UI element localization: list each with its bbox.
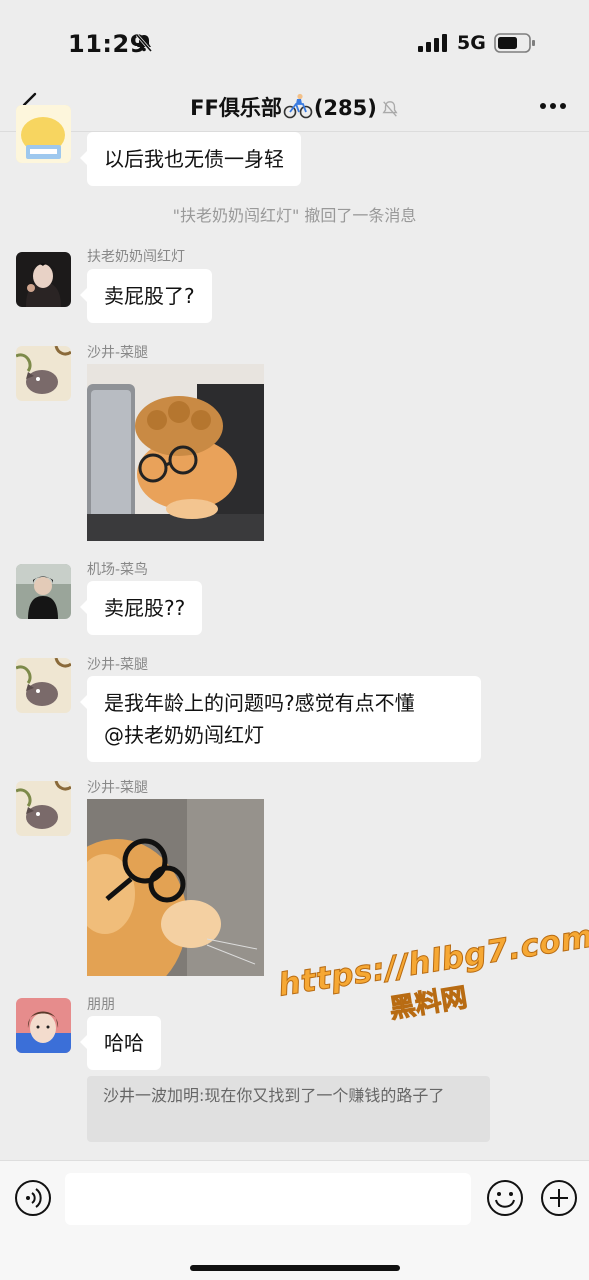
sender-name: 机场-菜鸟 xyxy=(87,562,149,578)
message-text: 哈哈 xyxy=(104,1031,144,1055)
message-text: 卖屁股了? xyxy=(104,284,195,308)
sender-name: 朋朋 xyxy=(87,997,115,1013)
mute-bell-icon xyxy=(382,101,398,117)
plus-icon[interactable] xyxy=(540,1179,578,1217)
sender-name: 扶老奶奶闯红灯 xyxy=(87,249,185,265)
quoted-text: 沙井一波加明:现在你又找到了一个赚钱的路子了 xyxy=(103,1086,445,1105)
message-bubble[interactable]: 是我年龄上的问题吗?感觉有点不懂 @扶老奶奶闯红灯 xyxy=(80,676,481,762)
chat-member-count: (285) xyxy=(313,96,377,120)
avatar[interactable] xyxy=(16,998,71,1053)
sender-name: 沙井-菜腿 xyxy=(87,657,149,673)
cyclist-emoji-icon xyxy=(283,93,313,119)
avatar[interactable] xyxy=(16,346,71,401)
home-indicator[interactable] xyxy=(190,1265,400,1271)
bell-off-icon xyxy=(135,34,153,52)
battery-icon xyxy=(494,33,535,53)
message-bubble[interactable]: 卖屁股了? xyxy=(80,269,212,323)
sender-name: 沙井-菜腿 xyxy=(87,780,149,796)
avatar[interactable] xyxy=(16,658,71,713)
signal-icon xyxy=(418,34,447,52)
voice-icon[interactable] xyxy=(14,1179,52,1217)
input-bar xyxy=(0,1160,589,1280)
avatar[interactable] xyxy=(16,564,71,619)
message-text: 卖屁股?? xyxy=(104,596,186,620)
emoji-icon[interactable] xyxy=(486,1179,524,1217)
watermark-url: https://hlbg7.com xyxy=(275,918,589,1004)
network-label: 5G xyxy=(457,32,486,54)
sticker-image[interactable] xyxy=(87,364,264,541)
message-bubble[interactable]: 卖屁股?? xyxy=(79,581,203,635)
watermark: https://hlbg7.com 黑料网 xyxy=(275,918,589,1042)
message-bubble[interactable]: 哈哈 xyxy=(80,1016,161,1070)
message-bubble[interactable]: 以后我也无债一身轻 xyxy=(80,132,301,186)
sticker-image[interactable] xyxy=(87,799,264,976)
recall-notice: "扶老奶奶闯红灯" 撤回了一条消息 xyxy=(172,206,417,225)
more-icon[interactable] xyxy=(539,102,567,110)
status-bar: 11:29 5G xyxy=(0,0,589,80)
avatar[interactable] xyxy=(16,781,71,836)
nav-bar: FF俱乐部 (285) xyxy=(0,80,589,132)
avatar[interactable] xyxy=(16,252,71,307)
quoted-message[interactable]: 沙井一波加明:现在你又找到了一个赚钱的路子了 xyxy=(87,1076,490,1142)
chat-title: FF俱乐部 (285) xyxy=(0,92,589,122)
message-text: 以后我也无债一身轻 xyxy=(104,147,284,171)
chat-title-name: FF俱乐部 xyxy=(190,96,282,120)
message-text: 是我年龄上的问题吗?感觉有点不懂 xyxy=(104,691,415,715)
avatar[interactable] xyxy=(16,105,71,163)
sender-name: 沙井-菜腿 xyxy=(87,345,149,361)
mention-text: @扶老奶奶闯红灯 xyxy=(104,723,264,747)
watermark-name: 黑料网 xyxy=(387,982,470,1025)
message-input[interactable] xyxy=(65,1173,471,1225)
